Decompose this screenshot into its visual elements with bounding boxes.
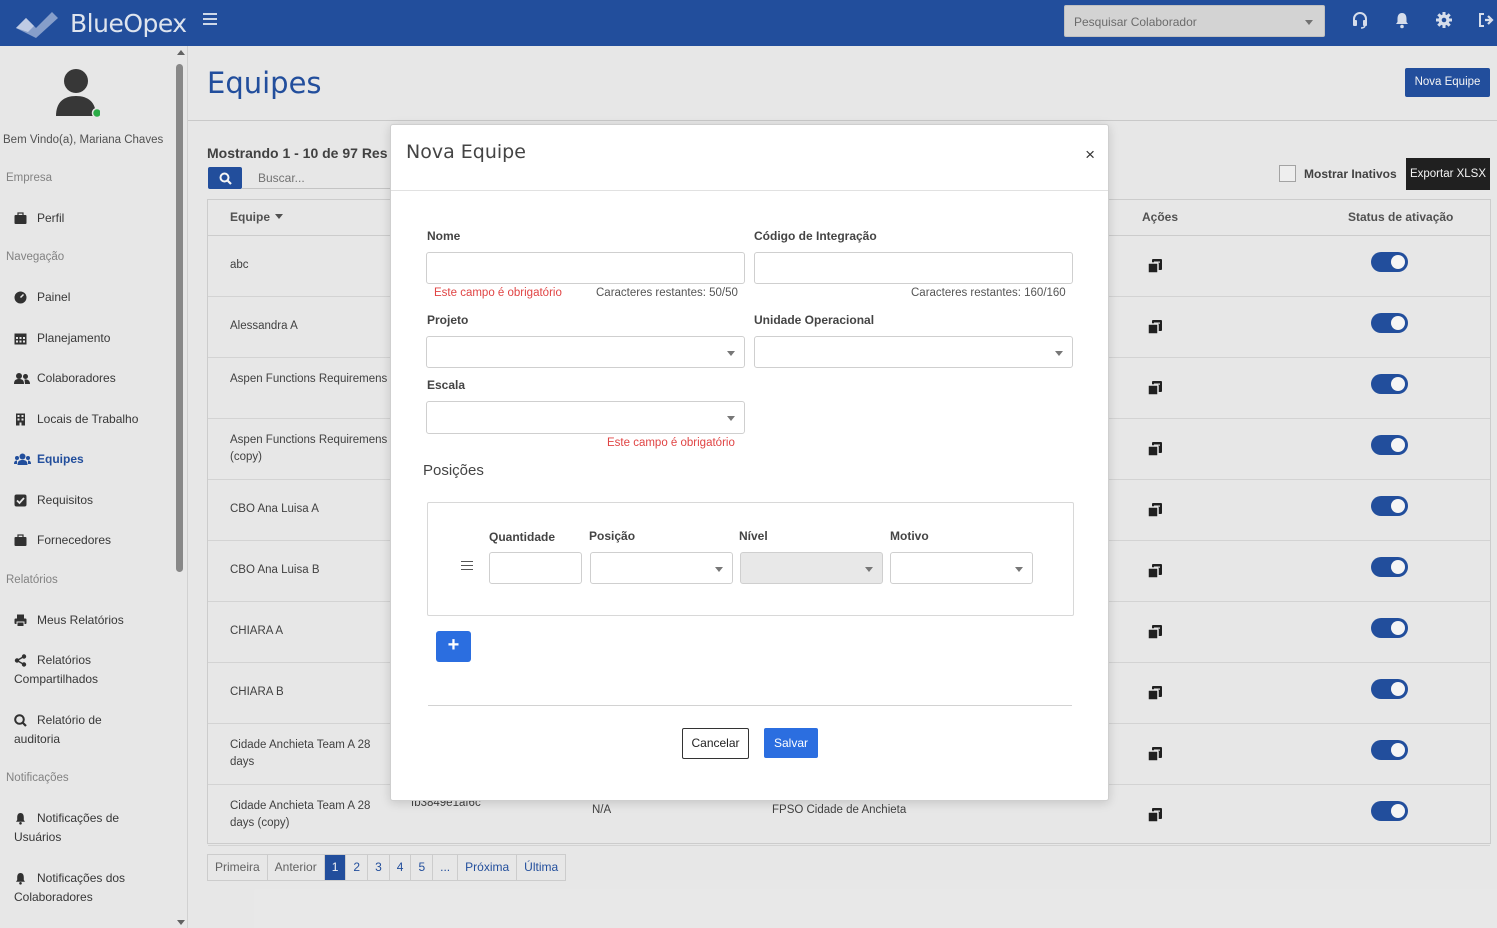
unidade-label: Unidade Operacional [754,313,875,327]
add-position-button[interactable]: + [436,631,471,662]
chevron-down-icon [727,416,735,421]
escala-select[interactable] [426,401,745,434]
chevron-down-icon [715,567,723,572]
chevron-down-icon [865,567,873,572]
nome-field[interactable] [426,252,745,284]
projeto-select[interactable] [426,336,745,368]
unidade-operacional-select[interactable] [754,336,1073,368]
save-button[interactable]: Salvar [764,728,818,758]
quantidade-label: Quantidade [489,530,556,544]
chevron-down-icon [1055,351,1063,356]
chevron-down-icon [1015,567,1023,572]
cancel-button[interactable]: Cancelar [682,728,749,759]
codigo-char-counter: Caracteres restantes: 160/160 [911,287,1066,299]
quantidade-field[interactable] [489,552,582,584]
motivo-label: Motivo [890,529,929,543]
divider [428,705,1072,706]
nome-label: Nome [427,229,461,243]
posicoes-section-title: Posições [423,462,484,479]
nome-char-counter: Caracteres restantes: 50/50 [596,287,738,299]
escala-error: Este campo é obrigatório [607,437,735,449]
posicao-select[interactable] [590,552,733,584]
position-row-container: Quantidade Posição Nível Motivo [427,502,1074,616]
nivel-select[interactable] [740,552,883,584]
chevron-down-icon [727,351,735,356]
close-icon[interactable]: × [1085,146,1095,163]
codigo-label: Código de Integração [754,229,877,243]
posicao-label: Posição [589,529,636,543]
new-team-modal: Nova Equipe × Nome Este campo é obrigató… [390,124,1109,801]
divider [391,190,1108,191]
codigo-integracao-field[interactable] [754,252,1073,284]
nivel-label: Nível [739,529,768,543]
projeto-label: Projeto [427,313,469,327]
modal-title: Nova Equipe [406,141,526,163]
motivo-select[interactable] [890,552,1033,584]
nome-error: Este campo é obrigatório [434,287,562,299]
drag-handle-icon[interactable] [461,561,473,570]
escala-label: Escala [427,378,466,392]
